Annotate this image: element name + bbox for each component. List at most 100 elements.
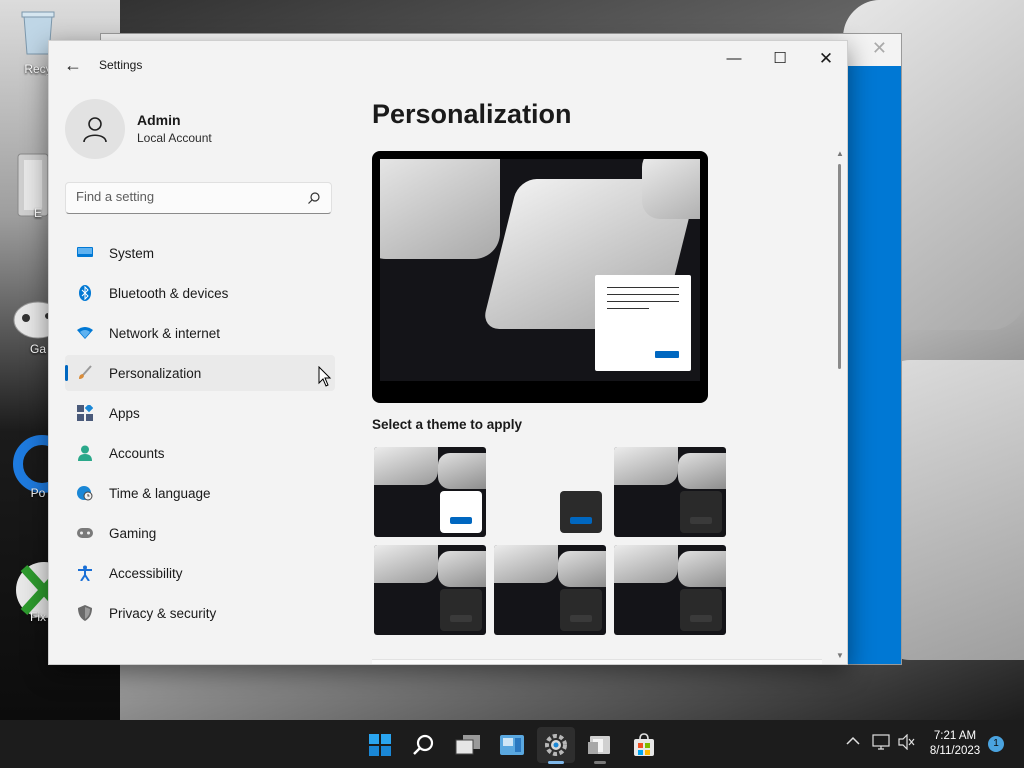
scroll-thumb[interactable] — [838, 164, 841, 369]
task-view-button[interactable] — [449, 727, 487, 763]
theme-card — [440, 589, 482, 631]
theme-tile[interactable] — [614, 447, 726, 537]
search-input[interactable] — [76, 189, 296, 204]
theme-shape — [374, 447, 438, 485]
bluetooth-icon — [77, 285, 93, 301]
theme-shape — [614, 545, 678, 583]
theme-tile[interactable] — [374, 545, 486, 635]
theme-shape — [678, 551, 726, 587]
theme-card — [440, 491, 482, 533]
globe-clock-icon — [77, 485, 93, 501]
start-icon — [369, 734, 391, 756]
active-app-indicator — [548, 761, 564, 764]
nav-label: Privacy & security — [109, 605, 217, 621]
store-button[interactable] — [625, 727, 663, 763]
gamepad-icon — [77, 525, 93, 541]
next-section-card[interactable] — [372, 659, 822, 664]
theme-preview — [372, 151, 708, 403]
theme-card — [560, 589, 602, 631]
scroll-down-icon[interactable]: ▼ — [836, 651, 844, 660]
store-icon — [634, 733, 654, 756]
nav-item-accessibility[interactable]: Accessibility — [65, 555, 335, 591]
open-app-indicator — [594, 761, 606, 764]
themes-heading: Select a theme to apply — [372, 417, 523, 432]
nav-label: Gaming — [109, 525, 157, 541]
nav-item-bluetooth[interactable]: Bluetooth & devices — [65, 275, 335, 311]
close-button[interactable]: ✕ — [806, 47, 846, 71]
paintbrush-icon — [77, 365, 93, 381]
mouse-cursor-icon — [318, 366, 332, 387]
theme-shape — [678, 453, 726, 489]
nav-item-time-language[interactable]: Time & language — [65, 475, 335, 511]
nav-item-accounts[interactable]: Accounts — [65, 435, 335, 471]
accounts-icon — [77, 445, 93, 461]
nav-item-gaming[interactable]: Gaming — [65, 515, 335, 551]
theme-tile[interactable] — [494, 447, 606, 537]
file-explorer-icon — [588, 736, 610, 754]
avatar[interactable] — [65, 99, 125, 159]
theme-accent — [690, 517, 712, 524]
user-name: Admin — [137, 112, 181, 128]
taskbar-clock[interactable]: 7:21 AM 8/11/2023 — [922, 729, 988, 759]
account-type: Local Account — [137, 131, 212, 145]
theme-preview-image — [380, 159, 700, 381]
title-bar[interactable]: ← Settings — ☐ ✕ — [49, 41, 847, 89]
taskbar-search-button[interactable] — [405, 727, 443, 763]
theme-tile[interactable] — [494, 545, 606, 635]
theme-tile[interactable] — [614, 545, 726, 635]
theme-tile[interactable] — [374, 447, 486, 537]
maximize-button[interactable]: ☐ — [760, 47, 800, 71]
apps-icon — [77, 405, 93, 421]
theme-shape — [614, 447, 678, 485]
taskbar-settings-button[interactable] — [537, 727, 575, 764]
network-status-icon[interactable] — [872, 734, 890, 753]
back-button[interactable]: ← — [61, 53, 85, 77]
minimize-button[interactable]: — — [714, 47, 754, 71]
nav-label: Personalization — [109, 365, 202, 381]
taskbar: 7:21 AM 8/11/2023 1 — [0, 720, 1024, 768]
wifi-icon — [77, 325, 93, 341]
user-profile[interactable]: Admin Local Account — [65, 99, 335, 159]
nav-label: System — [109, 245, 155, 261]
volume-muted-icon[interactable] — [898, 733, 916, 753]
page-title: Personalization — [372, 99, 572, 129]
preview-button — [655, 351, 679, 358]
nav-item-privacy[interactable]: Privacy & security — [65, 595, 335, 631]
nav-label: Accounts — [109, 445, 165, 461]
window-title: Settings — [99, 58, 143, 72]
shield-icon — [77, 605, 93, 621]
scroll-up-icon[interactable]: ▲ — [836, 149, 844, 158]
nav-item-network[interactable]: Network & internet — [65, 315, 335, 351]
theme-card — [680, 589, 722, 631]
preview-shape — [380, 159, 500, 259]
nav-label: Network & internet — [109, 325, 221, 341]
search-icon — [413, 734, 434, 755]
nav-label: Accessibility — [109, 565, 183, 581]
show-hidden-icons-icon[interactable] — [846, 734, 860, 749]
nav-item-system[interactable]: System — [65, 235, 335, 271]
nav-item-apps[interactable]: Apps — [65, 395, 335, 431]
theme-shape — [438, 453, 486, 489]
nav-label: Bluetooth & devices — [109, 285, 229, 301]
settings-icon — [545, 734, 567, 756]
settings-window: ← Settings — ☐ ✕ Admin Local Account Sys… — [48, 40, 848, 665]
theme-shape — [558, 551, 606, 587]
nav-label: Apps — [109, 405, 140, 421]
file-explorer-button[interactable] — [581, 727, 619, 764]
selection-indicator — [65, 365, 68, 381]
theme-accent — [450, 517, 472, 524]
notification-badge[interactable]: 1 — [988, 736, 1004, 752]
widgets-icon — [500, 735, 524, 755]
nav-item-personalization[interactable]: Personalization — [65, 355, 335, 391]
theme-shape — [438, 551, 486, 587]
preview-shape — [642, 159, 700, 219]
widgets-button[interactable] — [493, 727, 531, 763]
search-icon[interactable] — [307, 191, 321, 205]
search-box[interactable] — [65, 182, 332, 214]
accessibility-icon — [77, 565, 93, 581]
theme-shape — [494, 545, 558, 583]
scrollbar[interactable]: ▲ ▼ — [834, 149, 846, 664]
start-button[interactable] — [361, 727, 399, 763]
background-window-close-icon[interactable]: ✕ — [872, 38, 887, 59]
task-view-icon — [455, 735, 480, 755]
